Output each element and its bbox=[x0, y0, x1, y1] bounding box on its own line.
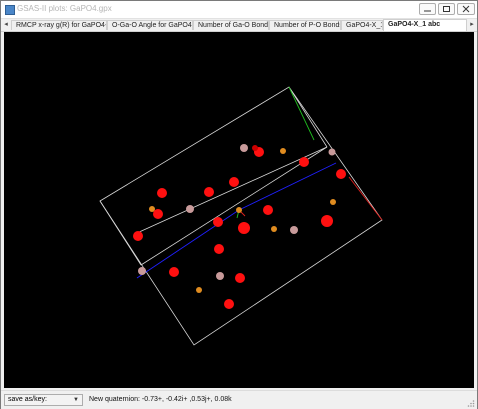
gallium-cluster bbox=[240, 144, 248, 152]
status-bar: save as/key: ▼ New quaternion: -0.73+, -… bbox=[1, 390, 477, 409]
oxygen-cluster bbox=[204, 187, 214, 197]
b-axis-line bbox=[288, 86, 315, 141]
c-axis-line-back bbox=[136, 209, 240, 279]
structure-view[interactable] bbox=[4, 32, 474, 388]
gsas-icon bbox=[5, 5, 15, 15]
maximize-button[interactable] bbox=[438, 3, 455, 15]
gallium-cluster bbox=[328, 148, 336, 156]
resize-grip-icon[interactable] bbox=[467, 399, 475, 407]
title-bar[interactable]: GSAS-II plots: GaPO4.gpx bbox=[1, 1, 477, 19]
close-icon bbox=[462, 5, 470, 13]
close-button[interactable] bbox=[457, 3, 475, 15]
phosphorus-cluster bbox=[271, 226, 277, 232]
oxygen-cluster bbox=[157, 188, 167, 198]
chevron-down-icon: ▼ bbox=[73, 397, 79, 403]
c-axis-line bbox=[238, 162, 337, 211]
oxygen-cluster bbox=[229, 177, 239, 187]
oxygen-cluster bbox=[336, 169, 346, 179]
tab-ga-o-bonds[interactable]: Number of Ga-O Bonds bbox=[193, 20, 269, 30]
oxygen-cluster bbox=[214, 244, 224, 254]
phosphorus-cluster bbox=[280, 148, 286, 154]
tab-gapo4-x1-abc[interactable]: GaPO4-X_1 abc bbox=[383, 19, 467, 31]
oxygen-cluster bbox=[133, 231, 143, 241]
tab-rmcp-gr[interactable]: RMCP x-ray g(R) for GaPO4-X bbox=[11, 20, 107, 30]
oxygen-cluster bbox=[252, 145, 258, 151]
minimize-button[interactable] bbox=[419, 3, 436, 15]
tab-scroll-right-button[interactable]: ▸ bbox=[468, 20, 476, 30]
oxygen-cluster bbox=[263, 205, 273, 215]
oxygen-cluster bbox=[238, 222, 250, 234]
phosphorus-cluster bbox=[330, 199, 336, 205]
gallium-cluster bbox=[216, 272, 224, 280]
unit-cell-front-face bbox=[99, 86, 383, 346]
oxygen-cluster bbox=[169, 267, 179, 277]
tab-gapo4-x1[interactable]: GaPO4-X_1 bbox=[341, 20, 383, 30]
plot-window: GSAS-II plots: GaPO4.gpx ◂ RMCP x-ray g(… bbox=[0, 0, 478, 409]
unit-cell bbox=[99, 86, 383, 346]
a-axis-line bbox=[348, 176, 383, 221]
unit-cell-edge bbox=[140, 146, 328, 266]
status-message: New quaternion: -0.73+, -0.42i+ ,0.53j+,… bbox=[89, 396, 232, 403]
oxygen-cluster bbox=[213, 217, 223, 227]
plot-tabs: ◂ RMCP x-ray g(R) for GaPO4-X O-Ga-O Ang… bbox=[1, 19, 477, 32]
minimize-icon bbox=[424, 10, 431, 12]
oxygen-cluster bbox=[224, 299, 234, 309]
maximize-icon bbox=[443, 6, 450, 12]
phosphorus-cluster bbox=[236, 207, 242, 213]
tab-p-o-bonds[interactable]: Number of P-O Bonds bbox=[269, 20, 341, 30]
tab-scroll-left-button[interactable]: ◂ bbox=[2, 20, 10, 30]
oxygen-cluster bbox=[235, 273, 245, 283]
oxygen-cluster bbox=[153, 209, 163, 219]
tab-o-ga-o-angle[interactable]: O-Ga-O Angle for GaPO4-X bbox=[107, 20, 193, 30]
save-as-key-select[interactable]: save as/key: ▼ bbox=[4, 394, 83, 406]
window-title: GSAS-II plots: GaPO4.gpx bbox=[17, 4, 112, 13]
gallium-cluster bbox=[186, 205, 194, 213]
atom-clusters bbox=[133, 144, 346, 309]
gallium-cluster bbox=[138, 267, 146, 275]
gallium-cluster bbox=[290, 226, 298, 234]
phosphorus-cluster bbox=[196, 287, 202, 293]
oxygen-cluster bbox=[299, 157, 309, 167]
save-as-key-value: save as/key: bbox=[8, 396, 47, 403]
plot-canvas[interactable] bbox=[4, 32, 474, 388]
oxygen-cluster bbox=[321, 215, 333, 227]
unit-cell-edge bbox=[288, 86, 328, 148]
